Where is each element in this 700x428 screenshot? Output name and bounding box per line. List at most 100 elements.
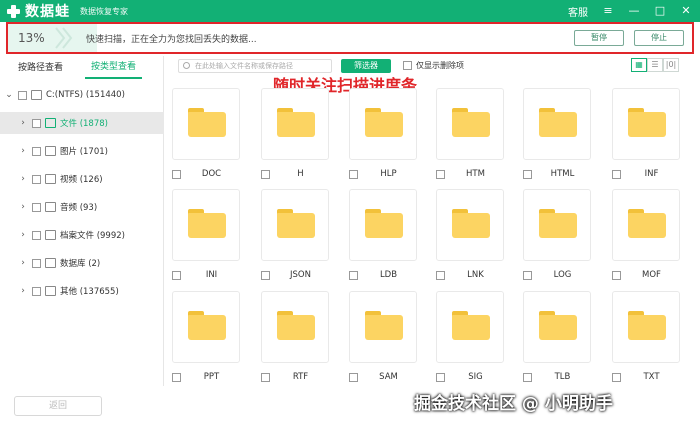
chevron-right-icon[interactable]: › [18, 174, 28, 184]
folder-tile[interactable]: PPT [172, 291, 240, 382]
sidebar-item[interactable]: › 数据库 (2) [0, 252, 164, 274]
folder-tile[interactable]: RTF [261, 291, 329, 382]
folder-checkbox[interactable] [436, 270, 445, 280]
folder-tile[interactable]: INI [172, 189, 240, 280]
folder-icon [277, 209, 315, 238]
drive-checkbox[interactable] [18, 90, 27, 100]
folder-thumbnail[interactable] [349, 291, 417, 363]
chevron-down-icon[interactable]: ⌄ [4, 90, 14, 100]
folder-checkbox[interactable] [172, 270, 181, 280]
folder-thumbnail[interactable] [612, 291, 680, 363]
folder-checkbox[interactable] [523, 372, 532, 382]
sidebar-item[interactable]: › 其他 (137655) [0, 280, 164, 302]
drive-node[interactable]: ⌄ C:(NTFS) (151440) [0, 84, 164, 106]
folder-checkbox[interactable] [172, 169, 181, 179]
chevron-right-icon[interactable]: › [18, 230, 28, 240]
chevron-right-icon[interactable]: › [18, 286, 28, 296]
only-deleted-checkbox[interactable] [403, 61, 412, 70]
item-checkbox[interactable] [32, 174, 41, 184]
folder-tile[interactable]: HTM [436, 88, 504, 179]
folder-tile[interactable]: LOG [523, 189, 591, 280]
folder-checkbox[interactable] [349, 372, 358, 382]
sidebar-item[interactable]: › 文件 (1878) [0, 112, 164, 134]
folder-tile[interactable]: H [261, 88, 329, 179]
maximize-icon[interactable]: □ [654, 0, 666, 22]
item-checkbox[interactable] [32, 146, 41, 156]
folder-tile[interactable]: SIG [436, 291, 504, 382]
folder-tile[interactable]: SAM [349, 291, 417, 382]
folder-checkbox[interactable] [523, 270, 532, 280]
folder-thumbnail[interactable] [523, 189, 591, 261]
chevron-right-icon[interactable]: › [18, 118, 28, 128]
folder-checkbox[interactable] [612, 169, 621, 179]
grid-view-icon[interactable]: ▦ [631, 58, 647, 72]
pause-button[interactable]: 暂停 [574, 30, 624, 46]
folder-checkbox[interactable] [261, 169, 270, 179]
sidebar-item[interactable]: › 档案文件 (9992) [0, 224, 164, 246]
folder-tile[interactable]: INF [612, 88, 680, 179]
folder-checkbox[interactable] [172, 372, 181, 382]
item-checkbox[interactable] [32, 118, 41, 128]
tab-by-path[interactable]: 按路径查看 [12, 56, 69, 80]
folder-thumbnail[interactable] [436, 189, 504, 261]
folder-checkbox[interactable] [436, 372, 445, 382]
close-icon[interactable]: ✕ [680, 0, 692, 22]
folder-checkbox[interactable] [261, 270, 270, 280]
search-input[interactable]: 在此处输入文件名称或保存路径 [178, 59, 332, 73]
sidebar-item[interactable]: › 视频 (126) [0, 168, 164, 190]
folder-thumbnail[interactable] [612, 189, 680, 261]
folder-tile[interactable]: HLP [349, 88, 417, 179]
folder-checkbox[interactable] [349, 270, 358, 280]
folder-checkbox[interactable] [349, 169, 358, 179]
minimize-icon[interactable]: — [628, 0, 640, 22]
folder-icon [452, 108, 490, 137]
chevron-right-icon[interactable]: › [18, 258, 28, 268]
back-button[interactable]: 返回 [14, 396, 102, 416]
folder-thumbnail[interactable] [612, 88, 680, 160]
folder-icon [277, 108, 315, 137]
folder-thumbnail[interactable] [261, 189, 329, 261]
folder-checkbox[interactable] [436, 169, 445, 179]
folder-thumbnail[interactable] [261, 88, 329, 160]
folder-thumbnail[interactable] [172, 291, 240, 363]
folder-name: H [297, 169, 304, 179]
folder-checkbox[interactable] [612, 270, 621, 280]
item-checkbox[interactable] [32, 230, 41, 240]
folder-tile[interactable]: TLB [523, 291, 591, 382]
chevron-right-icon[interactable]: › [18, 146, 28, 156]
folder-checkbox[interactable] [523, 169, 532, 179]
item-checkbox[interactable] [32, 286, 41, 296]
list-view-icon[interactable]: ☰ [647, 58, 663, 72]
item-checkbox[interactable] [32, 258, 41, 268]
item-checkbox[interactable] [32, 202, 41, 212]
folder-tile[interactable]: HTML [523, 88, 591, 179]
folder-tile[interactable]: TXT [612, 291, 680, 382]
folder-tile[interactable]: LNK [436, 189, 504, 280]
folder-thumbnail[interactable] [349, 189, 417, 261]
only-deleted-toggle[interactable]: 仅显示删除项 [403, 60, 464, 71]
folder-thumbnail[interactable] [436, 88, 504, 160]
folder-thumbnail[interactable] [523, 291, 591, 363]
folder-thumbnail[interactable] [523, 88, 591, 160]
folder-checkbox[interactable] [261, 372, 270, 382]
folder-checkbox[interactable] [612, 372, 621, 382]
folder-tile[interactable]: MOF [612, 189, 680, 280]
filter-button[interactable]: 筛选器 [341, 59, 391, 73]
folder-tile[interactable]: JSON [261, 189, 329, 280]
sidebar-item[interactable]: › 音频 (93) [0, 196, 164, 218]
support-link[interactable]: 客服 [568, 4, 588, 19]
folder-thumbnail[interactable] [436, 291, 504, 363]
folder-name: HLP [380, 169, 397, 179]
folder-tile[interactable]: DOC [172, 88, 240, 179]
folder-thumbnail[interactable] [261, 291, 329, 363]
chevron-right-icon[interactable]: › [18, 202, 28, 212]
stop-button[interactable]: 停止 [634, 30, 684, 46]
tab-by-type[interactable]: 按类型查看 [85, 57, 143, 79]
folder-thumbnail[interactable] [172, 88, 240, 160]
folder-thumbnail[interactable] [172, 189, 240, 261]
detail-view-icon[interactable]: |0| [663, 58, 679, 72]
menu-icon[interactable]: ≡ [602, 0, 614, 22]
folder-tile[interactable]: LDB [349, 189, 417, 280]
sidebar-item[interactable]: › 图片 (1701) [0, 140, 164, 162]
folder-thumbnail[interactable] [349, 88, 417, 160]
